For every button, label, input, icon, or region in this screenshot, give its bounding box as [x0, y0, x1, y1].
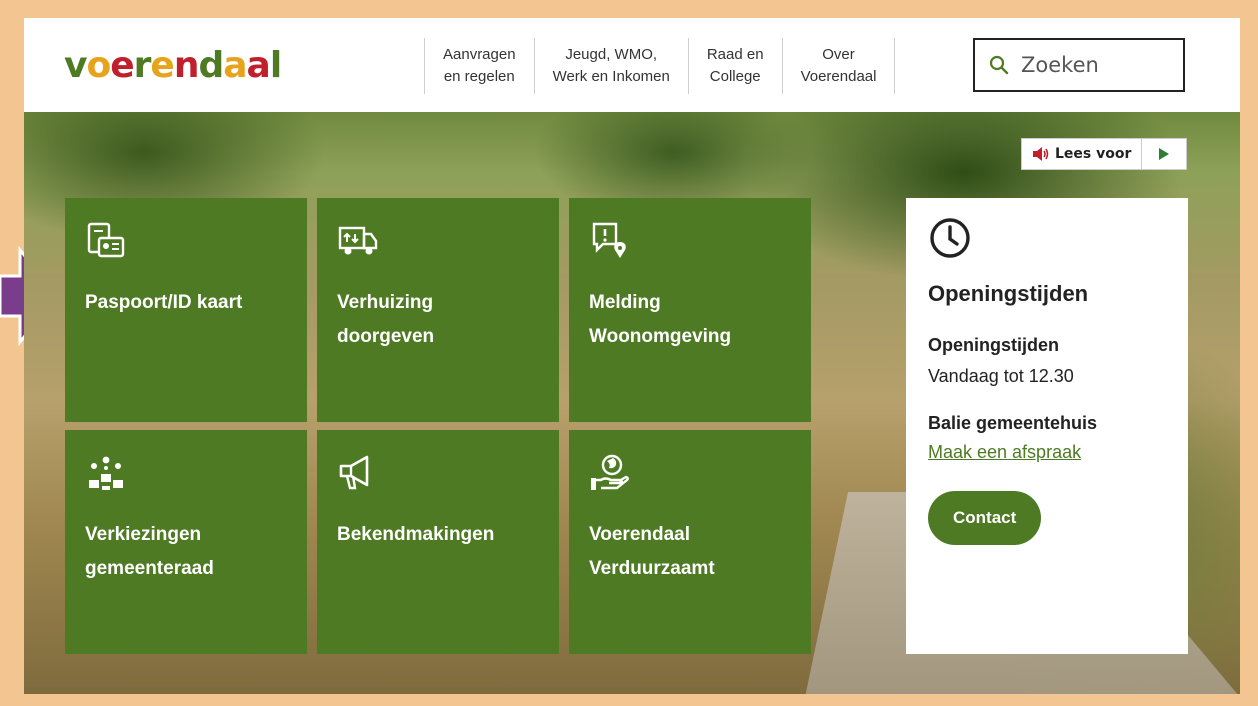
- opening-hours-panel: Openingstijden Openingstijden Vandaag to…: [906, 198, 1188, 654]
- balie-heading: Balie gemeentehuis: [928, 413, 1098, 433]
- play-icon: [1159, 148, 1170, 160]
- tile-label: Verkiezingen gemeenteraad: [85, 524, 214, 579]
- tile-melding[interactable]: Melding Woonomgeving: [569, 198, 811, 422]
- search-box[interactable]: [973, 38, 1185, 92]
- tile-verhuizing[interactable]: Verhuizing doorgeven: [317, 198, 559, 422]
- nav-item-aanvragen[interactable]: Aanvragen en regelen: [424, 38, 534, 94]
- nav-item-over-voerendaal[interactable]: Over Voerendaal: [781, 38, 896, 94]
- page-frame: voerendaal Aanvragen en regelen Jeugd, W…: [24, 18, 1240, 694]
- nav-item-raad-college[interactable]: Raad en College: [687, 38, 782, 94]
- logo-letter: e: [110, 45, 134, 86]
- logo-letter: n: [173, 45, 200, 86]
- opening-hours-title: Openingstijden: [928, 281, 1089, 306]
- search-icon: [989, 55, 1009, 75]
- logo-letter: a: [246, 45, 271, 86]
- site-logo[interactable]: voerendaal: [64, 44, 282, 88]
- search-input[interactable]: [1019, 52, 1173, 78]
- tile-label: Bekendmakingen: [337, 524, 495, 545]
- play-button[interactable]: [1142, 139, 1186, 169]
- tile-verduurzaamt[interactable]: Voerendaal Verduurzaamt: [569, 430, 811, 654]
- lees-voor-label: Lees voor: [1055, 146, 1132, 162]
- globe-hand-icon: [591, 454, 629, 490]
- report-location-icon: [592, 222, 626, 258]
- logo-letter: r: [133, 45, 152, 86]
- site-header: voerendaal Aanvragen en regelen Jeugd, W…: [24, 18, 1240, 112]
- logo-letter: v: [64, 45, 87, 86]
- tile-label: Paspoort/ID kaart: [85, 292, 243, 313]
- tile-bekendmakingen[interactable]: Bekendmakingen: [317, 430, 559, 654]
- passport-icon: [87, 222, 125, 258]
- moving-truck-icon: [338, 226, 378, 255]
- lees-voor-button[interactable]: Lees voor: [1022, 139, 1143, 169]
- clock-icon: [930, 218, 970, 258]
- megaphone-icon: [339, 455, 369, 490]
- speaker-icon: [1033, 147, 1049, 161]
- tile-paspoort[interactable]: Paspoort/ID kaart: [65, 198, 307, 422]
- logo-letter: o: [86, 45, 111, 86]
- opening-hours-subtitle: Openingstijden: [928, 335, 1060, 355]
- logo-letter: e: [150, 45, 174, 86]
- main-nav: Aanvragen en regelen Jeugd, WMO, Werk en…: [424, 38, 896, 94]
- tile-verkiezingen[interactable]: Verkiezingen gemeenteraad: [65, 430, 307, 654]
- opening-hours-today: Vandaag tot 12.30: [928, 366, 1074, 386]
- lees-voor-widget: Lees voor: [1021, 138, 1187, 170]
- logo-letter: a: [223, 45, 247, 86]
- tile-label: Melding Woonomgeving: [589, 292, 732, 347]
- logo-letter: l: [269, 45, 282, 86]
- tile-label: Verhuizing doorgeven: [337, 292, 435, 347]
- people-vote-icon: [89, 456, 123, 490]
- make-appointment-link[interactable]: Maak een afspraak: [928, 442, 1081, 463]
- logo-letter: d: [198, 45, 224, 86]
- nav-item-jeugd-wmo[interactable]: Jeugd, WMO, Werk en Inkomen: [533, 38, 688, 94]
- tile-label: Voerendaal Verduurzaamt: [589, 524, 715, 579]
- contact-button[interactable]: Contact: [928, 491, 1042, 545]
